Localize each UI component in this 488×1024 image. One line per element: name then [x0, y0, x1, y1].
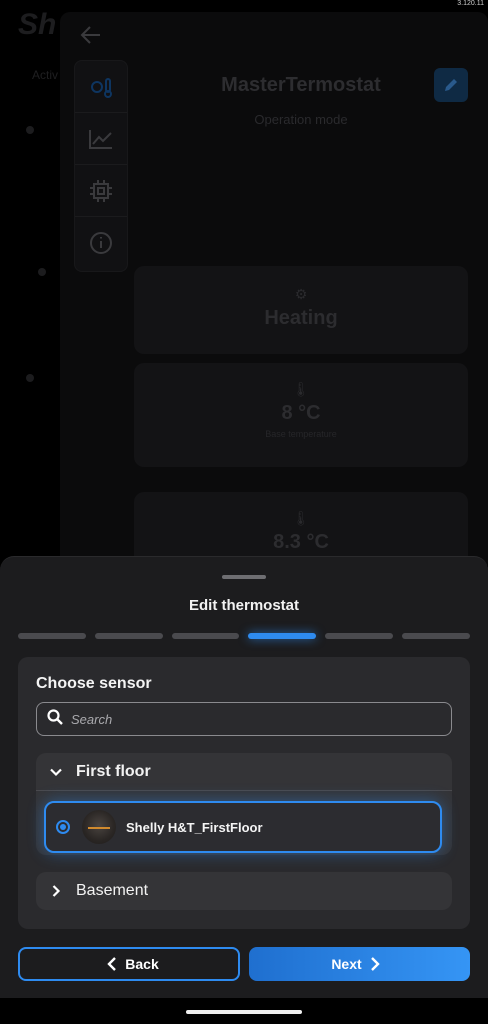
chevron-right-icon [50, 885, 62, 897]
device-thumbnail [82, 810, 116, 844]
sidebar-active-label: Activ [32, 68, 59, 82]
sidebar-dot [26, 126, 34, 134]
sidebar-dot [26, 374, 34, 382]
radio-selected[interactable] [56, 820, 70, 834]
thermostat-icon: ⚙ [294, 286, 308, 302]
group-basement[interactable]: Basement [36, 872, 452, 910]
step-indicator [402, 633, 470, 639]
system-nav-bar [0, 998, 488, 1024]
chevron-down-icon [50, 766, 62, 778]
current-temperature-value: 8.3 °C [273, 531, 329, 553]
step-indicator [325, 633, 394, 639]
brand-logo: Sh [18, 8, 57, 41]
step-progress [18, 633, 470, 639]
step-indicator [171, 633, 240, 639]
chart-icon[interactable] [75, 113, 127, 165]
group-name: Basement [76, 882, 149, 899]
chevron-right-icon [370, 957, 380, 971]
chevron-left-icon [107, 957, 117, 971]
edit-pencil-icon[interactable] [434, 68, 468, 102]
chip-icon[interactable] [75, 165, 127, 217]
back-button[interactable]: Back [18, 947, 240, 981]
base-temperature-value: 8 °C [281, 402, 321, 424]
mode-card: ⚙ Heating [134, 266, 468, 354]
sheet-drag-handle[interactable] [222, 575, 266, 579]
info-icon[interactable] [75, 217, 127, 269]
step-indicator-active [248, 633, 317, 639]
device-title: MasterTermostat [221, 74, 381, 96]
sensor-chooser: Choose sensor First floor Shelly H&T_Fir… [18, 657, 470, 929]
choose-sensor-heading: Choose sensor [36, 675, 152, 692]
device-tabs [74, 60, 128, 272]
step-indicator [94, 633, 163, 639]
search-icon [47, 708, 63, 730]
thermometer-icon: 🌡 [292, 381, 310, 397]
thermometer-icon: 🌡 [292, 510, 310, 526]
home-gesture-bar[interactable] [186, 1010, 302, 1014]
step-indicator [18, 633, 86, 639]
thermostat-icon[interactable] [75, 61, 127, 113]
group-first-floor: First floor Shelly H&T_FirstFloor [36, 753, 452, 855]
back-arrow-icon[interactable] [80, 24, 102, 46]
back-button-label: Back [125, 956, 159, 972]
edit-thermostat-sheet: Edit thermostat Choose sensor First floo… [0, 556, 488, 998]
sidebar-dot [38, 268, 46, 276]
sensor-item-shelly-ht-firstfloor[interactable]: Shelly H&T_FirstFloor [44, 801, 442, 853]
search-input[interactable] [71, 711, 431, 727]
operation-mode-label: Operation mode [254, 112, 348, 127]
next-button[interactable]: Next [249, 947, 470, 981]
base-temperature-card: 🌡 8 °C Base temperature [134, 363, 468, 467]
sheet-title: Edit thermostat [188, 597, 299, 614]
search-box[interactable] [36, 702, 452, 736]
group-name: First floor [76, 762, 151, 780]
group-first-floor-header[interactable]: First floor [36, 753, 452, 791]
mode-value: Heating [264, 307, 338, 329]
device-name: Shelly H&T_FirstFloor [126, 819, 263, 835]
base-temperature-label: Base temperature [265, 429, 337, 439]
group-basement-header[interactable]: Basement [36, 872, 452, 910]
next-button-label: Next [331, 956, 362, 972]
